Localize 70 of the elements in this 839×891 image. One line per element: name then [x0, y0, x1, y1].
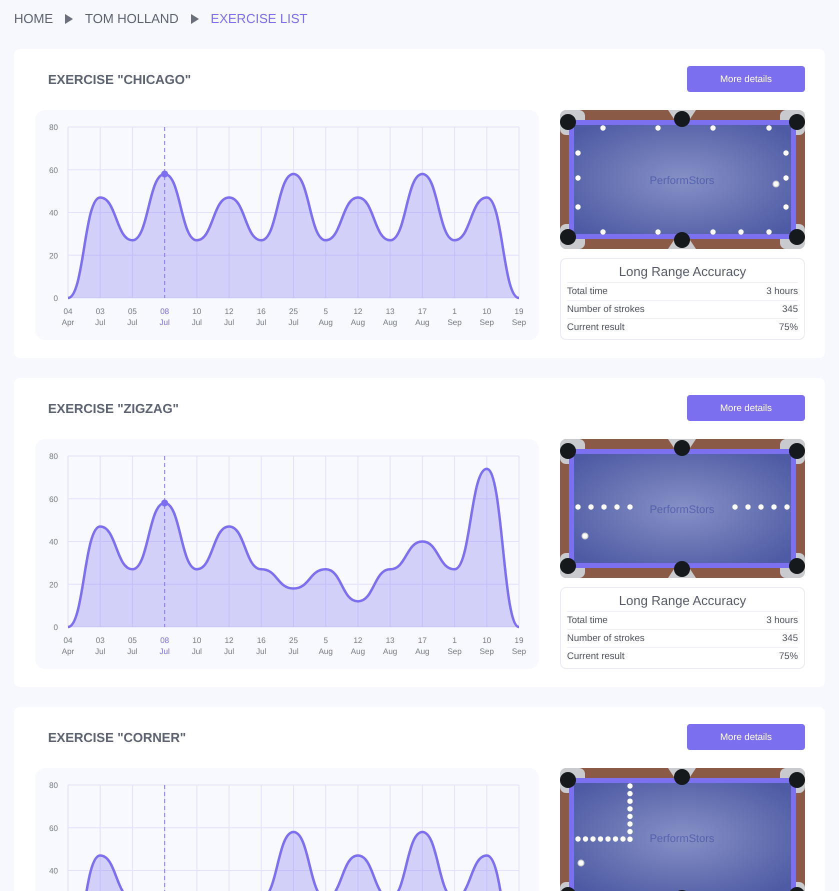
exercise-title: EXERCISE "CORNER" [48, 730, 186, 744]
exercise-title: EXERCISE "ZIGZAG" [48, 400, 179, 416]
axis-label: 80 [49, 781, 58, 790]
breadcrumb-link[interactable]: EXERCISE LIST [210, 11, 308, 26]
more-details-button[interactable]: More details [687, 66, 805, 92]
more-details-button[interactable]: More details [687, 395, 805, 421]
stat-label: Total time [567, 286, 608, 297]
axis-label: 40 [49, 538, 58, 546]
more-details-button[interactable]: More details [687, 724, 805, 750]
stat-label: Current result [567, 322, 625, 333]
axis-label: 40 [49, 866, 58, 876]
axis-label: 19 Sep [512, 636, 526, 656]
stat-label: Number of strokes [567, 633, 645, 644]
stats-title: Long Range Accuracy [618, 264, 748, 279]
axis-label: 10 Jul [192, 307, 202, 327]
stat-label: Current result [567, 651, 625, 662]
stat-value: 3 hours [766, 286, 798, 297]
axis-label: 17 Aug [415, 636, 430, 656]
axis-label: 10 Sep [480, 636, 494, 656]
axis-label: 10 Sep [480, 307, 494, 327]
axis-label: 20 [49, 580, 58, 590]
axis-label: 25 Jul [288, 636, 299, 656]
exercise-title: EXERCISE "CHICAGO" [48, 72, 192, 86]
axis-label: 10 Jul [192, 636, 202, 656]
axis-label: 1 Sep [447, 636, 462, 656]
axis-label: 5 Aug [318, 636, 333, 656]
stat-label: Total time [567, 615, 608, 626]
axis-label: 05 Jul [127, 636, 138, 656]
stats-title: Long Range Accuracy [618, 593, 748, 608]
axis-label: 13 Aug [383, 307, 398, 327]
axis-label: 08 Jul [160, 307, 170, 327]
axis-label: 60 [49, 494, 58, 504]
axis-label: 03 Jul [95, 636, 106, 656]
breadcrumb-link[interactable]: HOME [14, 11, 53, 26]
stat-value: 345 [782, 304, 798, 315]
axis-label: 20 [49, 251, 58, 260]
stat-value: 345 [782, 633, 798, 644]
axis-label: 08 Jul [160, 636, 170, 656]
axis-label: 80 [49, 123, 58, 132]
stat-label: Number of strokes [567, 304, 645, 315]
axis-label: 12 Aug [350, 307, 366, 327]
axis-label: 04 Apr [62, 636, 74, 656]
axis-label: 12 Jul [224, 636, 234, 656]
axis-label: 0 [54, 623, 58, 632]
axis-label: 40 [49, 208, 58, 218]
axis-label: 13 Aug [383, 636, 398, 656]
axis-label: 19 Sep [512, 307, 526, 327]
axis-label: 60 [49, 166, 58, 175]
axis-label: 03 Jul [95, 307, 106, 327]
axis-label: 5 Aug [318, 307, 333, 327]
data-point-marker [161, 500, 168, 507]
axis-label: 16 Jul [256, 636, 266, 656]
axis-label: 17 Aug [415, 307, 430, 327]
stat-value: 3 hours [766, 615, 798, 626]
axis-label: 60 [49, 824, 58, 833]
axis-label: 1 Sep [447, 307, 462, 327]
data-point-marker [161, 170, 168, 178]
axis-label: 80 [49, 452, 58, 461]
axis-label: 0 [54, 294, 58, 303]
axis-label: 16 Jul [256, 307, 266, 327]
axis-label: 12 Aug [350, 636, 366, 656]
axis-label: 05 Jul [127, 307, 138, 327]
axis-label: 25 Jul [288, 307, 299, 327]
chevron-icon [190, 14, 199, 24]
stat-value: 75% [778, 322, 798, 333]
axis-label: 12 Jul [224, 307, 234, 327]
breadcrumb-link[interactable]: TOM HOLLAND [85, 11, 179, 26]
axis-label: 04 Apr [62, 307, 74, 327]
stat-value: 75% [778, 651, 798, 662]
chevron-icon [65, 14, 73, 24]
